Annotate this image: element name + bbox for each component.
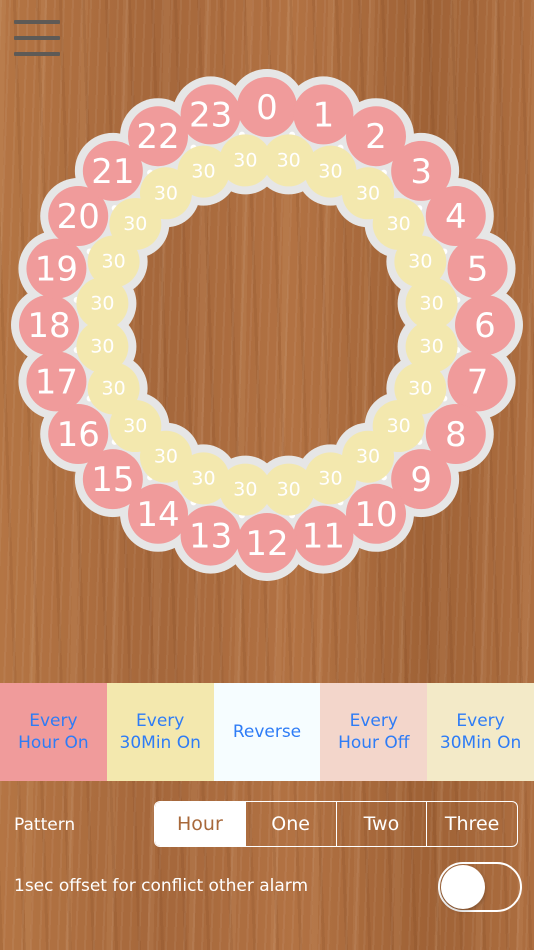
half-hour-label: 30 <box>102 250 126 272</box>
hour-button-12[interactable]: 12 <box>237 513 297 573</box>
hour-label: 0 <box>256 88 278 128</box>
pattern-option-two[interactable]: Two <box>335 802 427 846</box>
half-hour-label: 30 <box>419 292 443 314</box>
mode-button-2[interactable]: Reverse <box>213 683 321 781</box>
mode-button-0[interactable]: Every Hour On <box>0 683 107 781</box>
hour-label: 13 <box>189 517 232 557</box>
mode-button-label: Reverse <box>232 722 302 742</box>
hour-button-11[interactable]: 11 <box>293 505 354 566</box>
toggle-knob <box>441 865 485 909</box>
half-hour-label: 30 <box>277 479 301 501</box>
hour-label: 18 <box>27 306 70 346</box>
hour-button-22[interactable]: 22 <box>128 106 188 167</box>
hour-label: 19 <box>35 250 78 290</box>
hour-label: 23 <box>189 95 232 135</box>
alarm-dial: 3030303030303030303030303030303030303030… <box>11 69 523 581</box>
hour-button-7[interactable]: 7 <box>447 351 508 412</box>
pattern-option-three[interactable]: Three <box>426 802 517 846</box>
hour-button-10[interactable]: 10 <box>346 483 406 544</box>
pattern-option-one[interactable]: One <box>244 802 336 846</box>
hour-button-4[interactable]: 4 <box>425 186 486 246</box>
half-hour-label: 30 <box>408 250 432 272</box>
hour-button-6[interactable]: 6 <box>455 295 515 355</box>
half-hour-label: 30 <box>318 467 342 489</box>
mode-button-label: Every 30Min On <box>119 711 201 753</box>
half-hour-label: 30 <box>277 149 301 171</box>
half-hour-label: 30 <box>90 292 114 314</box>
hour-label: 3 <box>410 152 432 192</box>
mode-button-label: Every 30Min On <box>439 711 522 753</box>
offset-label: 1sec offset for conflict other alarm <box>14 876 309 896</box>
half-hour-label: 30 <box>233 479 257 501</box>
half-hour-label: 30 <box>102 378 126 400</box>
hour-button-0[interactable]: 0 <box>237 77 297 137</box>
hour-label: 9 <box>410 460 432 500</box>
pattern-option-hour[interactable]: Hour <box>155 802 245 846</box>
pattern-segmented-control: Hour One Two Three <box>154 801 518 847</box>
hour-button-17[interactable]: 17 <box>26 351 87 412</box>
half-hour-label: 30 <box>318 161 342 183</box>
offset-toggle[interactable] <box>438 862 522 912</box>
half-hour-label: 30 <box>387 213 411 235</box>
hour-button-1[interactable]: 1 <box>293 84 354 145</box>
half-hour-label: 30 <box>191 467 215 489</box>
half-hour-label: 30 <box>233 149 257 171</box>
hour-label: 17 <box>35 362 78 402</box>
mode-button-label: Every Hour On <box>18 711 89 753</box>
half-hour-label: 30 <box>408 378 432 400</box>
hour-label: 15 <box>91 460 134 500</box>
half-hour-label: 30 <box>154 182 178 204</box>
half-hour-label: 30 <box>123 415 147 437</box>
hour-button-19[interactable]: 19 <box>26 238 87 299</box>
mode-button-4[interactable]: Every 30Min On <box>427 683 534 781</box>
half-hour-button[interactable]: 30 <box>219 134 272 187</box>
hour-label: 14 <box>136 495 179 535</box>
half-hour-label: 30 <box>387 415 411 437</box>
hour-label: 21 <box>91 152 134 192</box>
hour-label: 8 <box>445 415 467 455</box>
hour-button-18[interactable]: 18 <box>19 295 79 355</box>
hour-label: 7 <box>467 362 489 402</box>
hour-label: 16 <box>57 415 100 455</box>
mode-button-3[interactable]: Every Hour Off <box>320 683 428 781</box>
hour-button-23[interactable]: 23 <box>180 84 241 145</box>
half-hour-label: 30 <box>356 446 380 468</box>
half-hour-label: 30 <box>123 213 147 235</box>
pattern-label: Pattern <box>14 815 76 835</box>
hour-label: 11 <box>302 517 345 557</box>
half-hour-label: 30 <box>154 446 178 468</box>
hour-label: 10 <box>354 495 397 535</box>
mode-button-1[interactable]: Every 30Min On <box>106 683 214 781</box>
half-hour-label: 30 <box>356 182 380 204</box>
hour-label: 20 <box>57 197 100 237</box>
hour-label: 1 <box>313 95 335 135</box>
half-hour-label: 30 <box>90 336 114 358</box>
hour-label: 22 <box>136 117 179 157</box>
mode-button-label: Every Hour Off <box>338 711 410 753</box>
hour-label: 2 <box>365 117 387 157</box>
mode-bar: Every Hour On Every 30Min On Reverse Every … <box>0 683 534 781</box>
hour-label: 4 <box>445 197 467 237</box>
hour-button-16[interactable]: 16 <box>48 404 109 464</box>
half-hour-label: 30 <box>419 336 443 358</box>
hour-label: 5 <box>467 250 489 290</box>
hour-button-5[interactable]: 5 <box>447 238 508 299</box>
hour-button-13[interactable]: 13 <box>180 505 241 566</box>
half-hour-label: 30 <box>191 161 215 183</box>
hour-label: 12 <box>245 524 288 564</box>
hour-label: 6 <box>474 306 496 346</box>
